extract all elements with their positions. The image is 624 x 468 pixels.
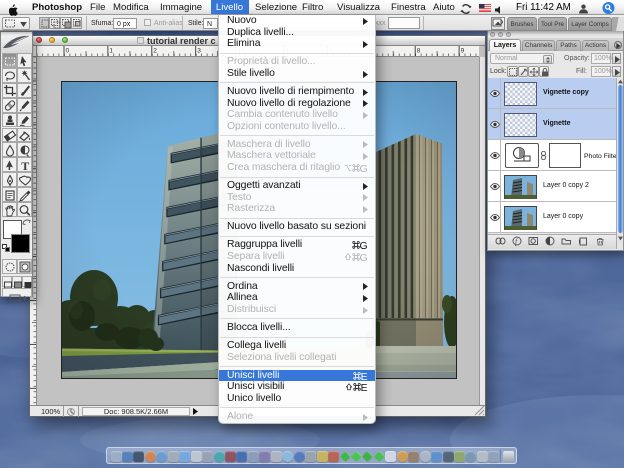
svg-text:0: 0 xyxy=(66,48,70,55)
svg-text:3: 3 xyxy=(197,48,201,55)
svg-text:T: T xyxy=(21,159,29,172)
svg-text:8: 8 xyxy=(417,48,421,55)
svg-text:1: 1 xyxy=(109,48,113,55)
svg-text:2: 2 xyxy=(153,48,157,55)
svg-text:9: 9 xyxy=(461,48,465,55)
